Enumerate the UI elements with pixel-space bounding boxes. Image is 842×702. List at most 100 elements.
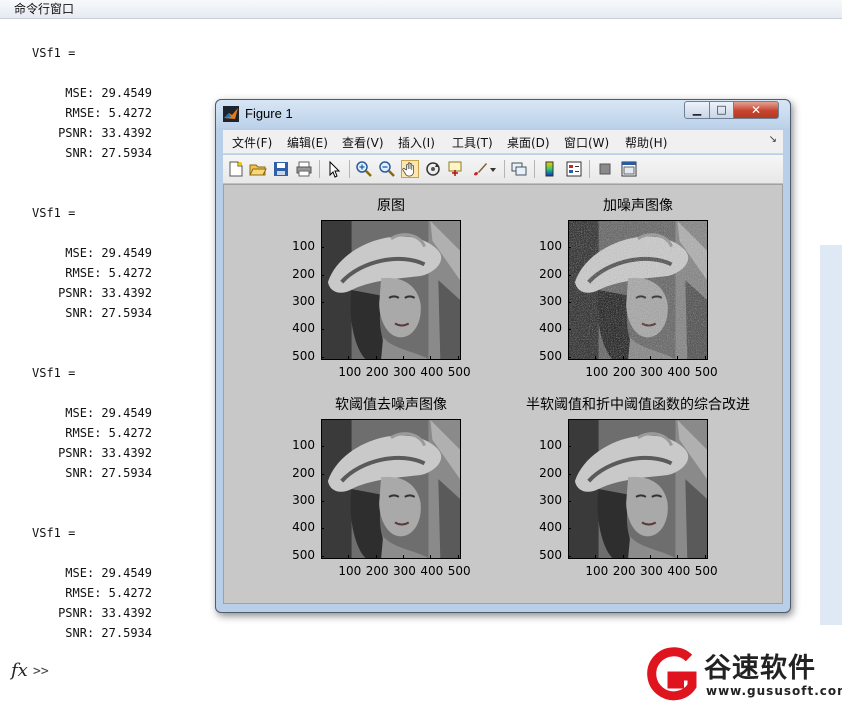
menu-window[interactable]: 窗口(W) xyxy=(564,134,609,151)
hide-plot-tools-icon[interactable] xyxy=(596,160,614,178)
menu-view[interactable]: 查看(V) xyxy=(342,134,384,151)
subplot-image-noisy[interactable] xyxy=(568,220,708,360)
legend-icon[interactable] xyxy=(565,160,583,178)
y-tick-label: 500 xyxy=(539,348,562,363)
figure-titlebar[interactable]: Figure 1 ▁ □ ✕ xyxy=(216,100,790,128)
menu-tools[interactable]: 工具(T) xyxy=(452,134,493,151)
x-tick-label: 200 xyxy=(612,365,636,379)
toolbar-separator xyxy=(504,160,505,178)
zoom-out-icon[interactable] xyxy=(378,160,396,178)
y-tick-mark xyxy=(568,247,571,249)
subplot-image-denoised[interactable] xyxy=(568,419,708,559)
y-tick-label: 100 xyxy=(539,438,562,453)
menu-desktop[interactable]: 桌面(D) xyxy=(507,134,550,151)
y-tick-label: 100 xyxy=(292,438,315,453)
command-prompt[interactable]: >> xyxy=(33,664,49,679)
y-tick-label: 300 xyxy=(539,294,562,309)
menu-insert[interactable]: 插入(I) xyxy=(398,134,435,151)
cw-metric-psnr: PSNR: 33.4392 xyxy=(58,446,152,460)
colorbar-icon[interactable] xyxy=(541,160,559,178)
y-tick-label: 300 xyxy=(292,493,315,508)
y-tick-mark xyxy=(321,473,324,475)
y-tick-label: 300 xyxy=(539,493,562,508)
y-tick-label: 400 xyxy=(292,520,315,535)
y-tick-label: 500 xyxy=(292,547,315,562)
brush-icon[interactable] xyxy=(471,160,489,178)
function-browser-icon[interactable]: fx xyxy=(11,660,28,681)
y-tick-label: 200 xyxy=(292,465,315,480)
x-tick-mark xyxy=(375,555,377,558)
cw-metric-psnr: PSNR: 33.4392 xyxy=(58,606,152,620)
brush-dropdown-icon[interactable] xyxy=(488,160,498,178)
cw-metric-mse: MSE: 29.4549 xyxy=(65,246,152,260)
subplot-title: 软阈值去噪声图像 xyxy=(335,397,447,413)
rotate-3d-icon[interactable] xyxy=(424,160,442,178)
new-figure-icon[interactable] xyxy=(227,160,245,178)
matlab-desktop: 命令行窗口 VSf1 = MSE: 29.4549 RMSE: 5.4272 PSNR… xyxy=(0,0,842,702)
y-tick-mark xyxy=(568,302,571,304)
y-tick-label: 100 xyxy=(539,239,562,254)
data-cursor-icon[interactable] xyxy=(447,160,465,178)
figure-menubar: 文件(F) 编辑(E) 查看(V) 插入(I) 工具(T) 桌面(D) 窗口(W… xyxy=(223,130,783,154)
x-tick-mark xyxy=(677,555,679,558)
figure-title: Figure 1 xyxy=(245,106,293,121)
watermark-brand: 谷速软件 xyxy=(704,653,816,684)
x-tick-label: 400 xyxy=(667,365,691,379)
x-tick-label: 100 xyxy=(585,365,609,379)
cw-metric-mse: MSE: 29.4549 xyxy=(65,406,152,420)
command-window-scrollbar[interactable] xyxy=(812,20,842,700)
toolbar-separator xyxy=(534,160,535,178)
link-plot-icon[interactable] xyxy=(510,160,528,178)
x-tick-label: 400 xyxy=(420,564,444,578)
cw-variable-line: VSf1 = xyxy=(32,46,76,60)
x-tick-label: 500 xyxy=(447,564,471,578)
save-icon[interactable] xyxy=(272,160,290,178)
maximize-button[interactable]: □ xyxy=(709,101,734,119)
cw-metric-psnr: PSNR: 33.4392 xyxy=(58,286,152,300)
subplot-image-original[interactable] xyxy=(321,220,461,360)
subplot-image-denoised[interactable] xyxy=(321,419,461,559)
x-tick-mark xyxy=(622,555,624,558)
x-tick-label: 100 xyxy=(338,365,362,379)
cw-metric-rmse: RMSE: 5.4272 xyxy=(65,586,152,600)
y-tick-mark xyxy=(568,274,571,276)
x-tick-label: 100 xyxy=(338,564,362,578)
menu-help[interactable]: 帮助(H) xyxy=(625,134,667,151)
y-tick-label: 400 xyxy=(292,321,315,336)
cw-variable-line: VSf1 = xyxy=(32,366,76,380)
open-file-icon[interactable] xyxy=(249,160,267,178)
x-tick-label: 200 xyxy=(365,564,389,578)
y-tick-mark xyxy=(568,356,571,358)
menu-edit[interactable]: 编辑(E) xyxy=(287,134,328,151)
x-tick-mark xyxy=(650,555,652,558)
y-tick-mark xyxy=(321,501,324,503)
gususoft-logo-icon xyxy=(647,647,697,701)
x-tick-mark xyxy=(650,356,652,359)
print-icon[interactable] xyxy=(295,160,313,178)
cw-metric-rmse: RMSE: 5.4272 xyxy=(65,266,152,280)
cw-metric-snr: SNR: 27.5934 xyxy=(65,466,152,480)
show-plot-tools-icon[interactable] xyxy=(620,160,638,178)
figure-canvas[interactable]: 原图 100 200 300 400 500 100 200 300 400 500 加噪声图像 100… xyxy=(223,184,783,604)
y-tick-mark xyxy=(321,528,324,530)
zoom-in-icon[interactable] xyxy=(355,160,373,178)
toolbar-separator xyxy=(319,160,320,178)
y-tick-mark xyxy=(568,501,571,503)
pointer-icon[interactable] xyxy=(325,160,343,178)
y-tick-label: 200 xyxy=(539,266,562,281)
menu-overflow-icon[interactable]: ↘ xyxy=(769,134,777,145)
y-tick-mark xyxy=(321,274,324,276)
menu-file[interactable]: 文件(F) xyxy=(232,134,272,151)
x-tick-mark xyxy=(348,555,350,558)
pan-hand-icon[interactable] xyxy=(401,160,419,178)
subplot-title: 原图 xyxy=(377,198,405,214)
minimize-button[interactable]: ▁ xyxy=(684,101,710,119)
y-tick-label: 300 xyxy=(292,294,315,309)
x-tick-mark xyxy=(348,356,350,359)
y-tick-label: 100 xyxy=(292,239,315,254)
y-tick-label: 400 xyxy=(539,321,562,336)
x-tick-label: 500 xyxy=(447,365,471,379)
x-tick-mark xyxy=(403,356,405,359)
x-tick-mark xyxy=(430,555,432,558)
close-button[interactable]: ✕ xyxy=(733,101,779,119)
